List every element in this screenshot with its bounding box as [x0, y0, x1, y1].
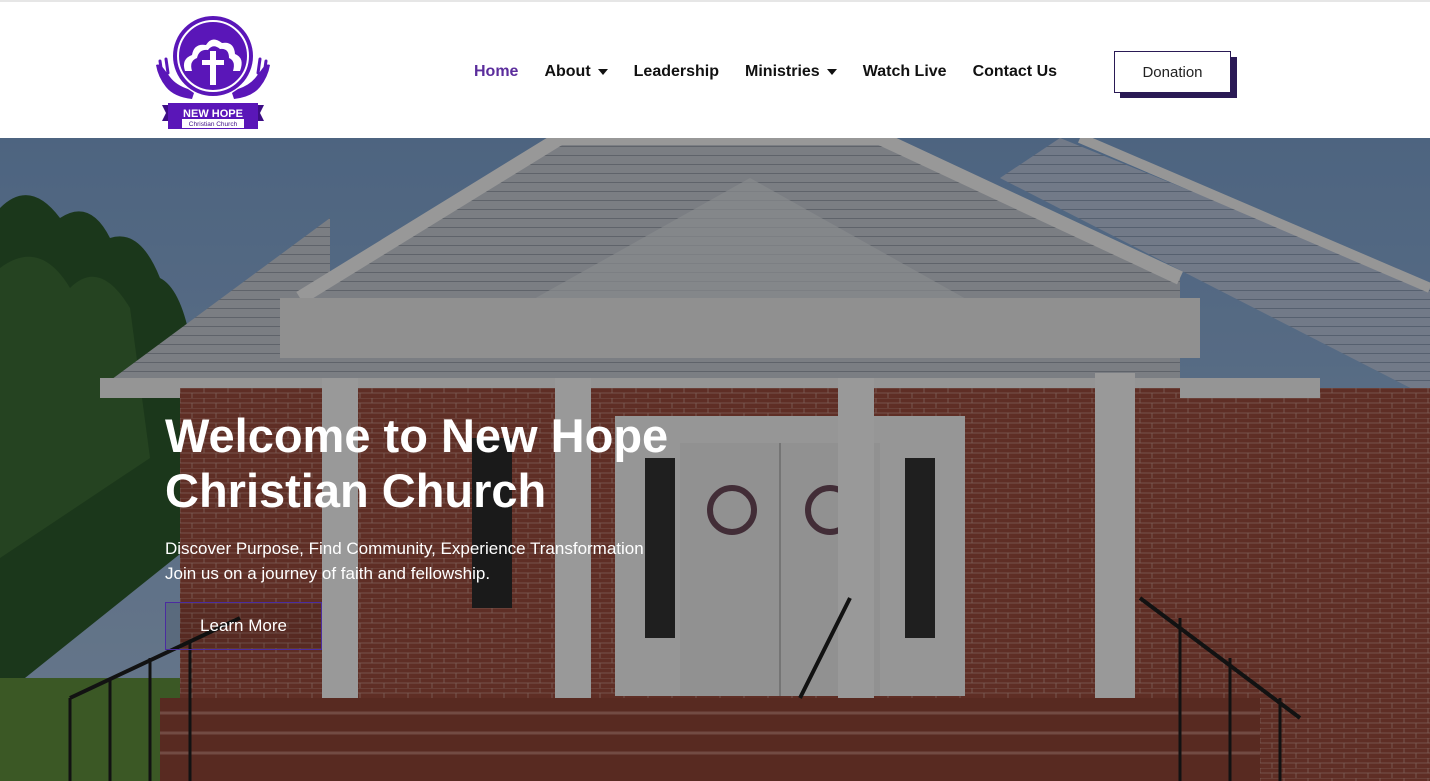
logo-name-line2: Christian Church	[189, 121, 238, 128]
hero-title: Welcome to New Hope Christian Church	[165, 408, 785, 518]
nav-item-label: Home	[474, 63, 519, 80]
nav-item-home[interactable]: Home	[474, 63, 518, 81]
hero-title-line2: Christian Church	[165, 464, 547, 517]
hero-subtitle-line1: Discover Purpose, Find Community, Experi…	[165, 539, 644, 558]
cross-in-cloud-hands-logo-icon: NEW HOPE Christian Church	[156, 16, 270, 129]
nav-item-about[interactable]: About	[544, 63, 608, 81]
nav-item-label: About	[544, 63, 591, 80]
caret-down-icon	[826, 68, 837, 75]
caret-down-icon	[597, 68, 608, 75]
nav-item-leadership[interactable]: Leadership	[634, 63, 719, 81]
nav-item-ministries[interactable]: Ministries	[745, 63, 837, 81]
learn-more-button[interactable]: Learn More	[165, 602, 322, 650]
hero-subtitle-line2: Join us on a journey of faith and fellow…	[165, 564, 491, 583]
hero-subtitle: Discover Purpose, Find Community, Experi…	[165, 536, 785, 586]
church-logo[interactable]: NEW HOPE Christian Church	[154, 13, 272, 131]
nav-item-label: Watch Live	[862, 63, 947, 80]
nav-item-watch-live[interactable]: Watch Live	[863, 63, 947, 81]
nav-item-label: Ministries	[745, 63, 820, 80]
donation-button-wrap: Donation	[1114, 51, 1238, 98]
logo-name-line1: NEW HOPE	[183, 108, 243, 120]
main-nav: Home About Leadership Ministries Watch L…	[474, 60, 1057, 84]
hero-section: Welcome to New Hope Christian Church Dis…	[0, 138, 1430, 781]
site-header: NEW HOPE Christian Church Home About Lea…	[0, 0, 1430, 138]
nav-item-contact-us[interactable]: Contact Us	[973, 63, 1057, 81]
nav-item-label: Contact Us	[972, 63, 1058, 80]
donation-button[interactable]: Donation	[1114, 51, 1231, 93]
hero-title-line1: Welcome to New Hope	[165, 409, 669, 462]
nav-item-label: Leadership	[633, 63, 720, 80]
